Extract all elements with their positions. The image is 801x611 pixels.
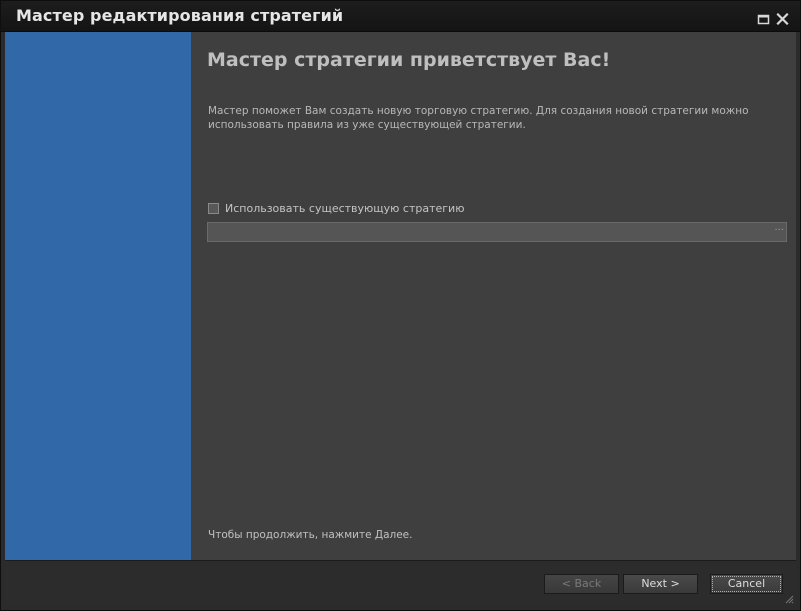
window-title: Мастер редактирования стратегий bbox=[16, 6, 344, 25]
wizard-sidebar bbox=[5, 32, 191, 560]
close-icon bbox=[776, 12, 789, 26]
back-button[interactable]: < Back bbox=[544, 574, 619, 594]
use-existing-strategy-label[interactable]: Использовать существующую стратегию bbox=[225, 202, 464, 215]
wizard-window: Мастер редактирования стратегий Мастер с… bbox=[0, 0, 801, 611]
use-existing-strategy-option[interactable]: Использовать существующую стратегию bbox=[208, 201, 464, 215]
title-bar[interactable]: Мастер редактирования стратегий bbox=[1, 1, 800, 32]
wizard-footer: < Back Next > Cancel bbox=[5, 560, 796, 606]
continue-hint: Чтобы продолжить, нажмите Далее. bbox=[208, 529, 413, 541]
cancel-button[interactable]: Cancel bbox=[710, 574, 783, 594]
close-button[interactable] bbox=[776, 10, 789, 26]
browse-button[interactable]: ··· bbox=[774, 224, 784, 238]
page-heading: Мастер стратегии приветствует Вас! bbox=[207, 49, 611, 71]
maximize-button[interactable] bbox=[757, 10, 770, 25]
next-button[interactable]: Next > bbox=[623, 574, 698, 594]
strategy-path-field[interactable]: ··· bbox=[207, 222, 787, 242]
use-existing-strategy-checkbox[interactable] bbox=[208, 202, 219, 214]
resize-grip-icon[interactable] bbox=[784, 594, 794, 604]
wizard-page: Мастер стратегии приветствует Вас! Масте… bbox=[5, 32, 796, 560]
page-description: Мастер поможет Вам создать новую торгову… bbox=[208, 105, 749, 131]
maximize-icon bbox=[757, 14, 770, 25]
